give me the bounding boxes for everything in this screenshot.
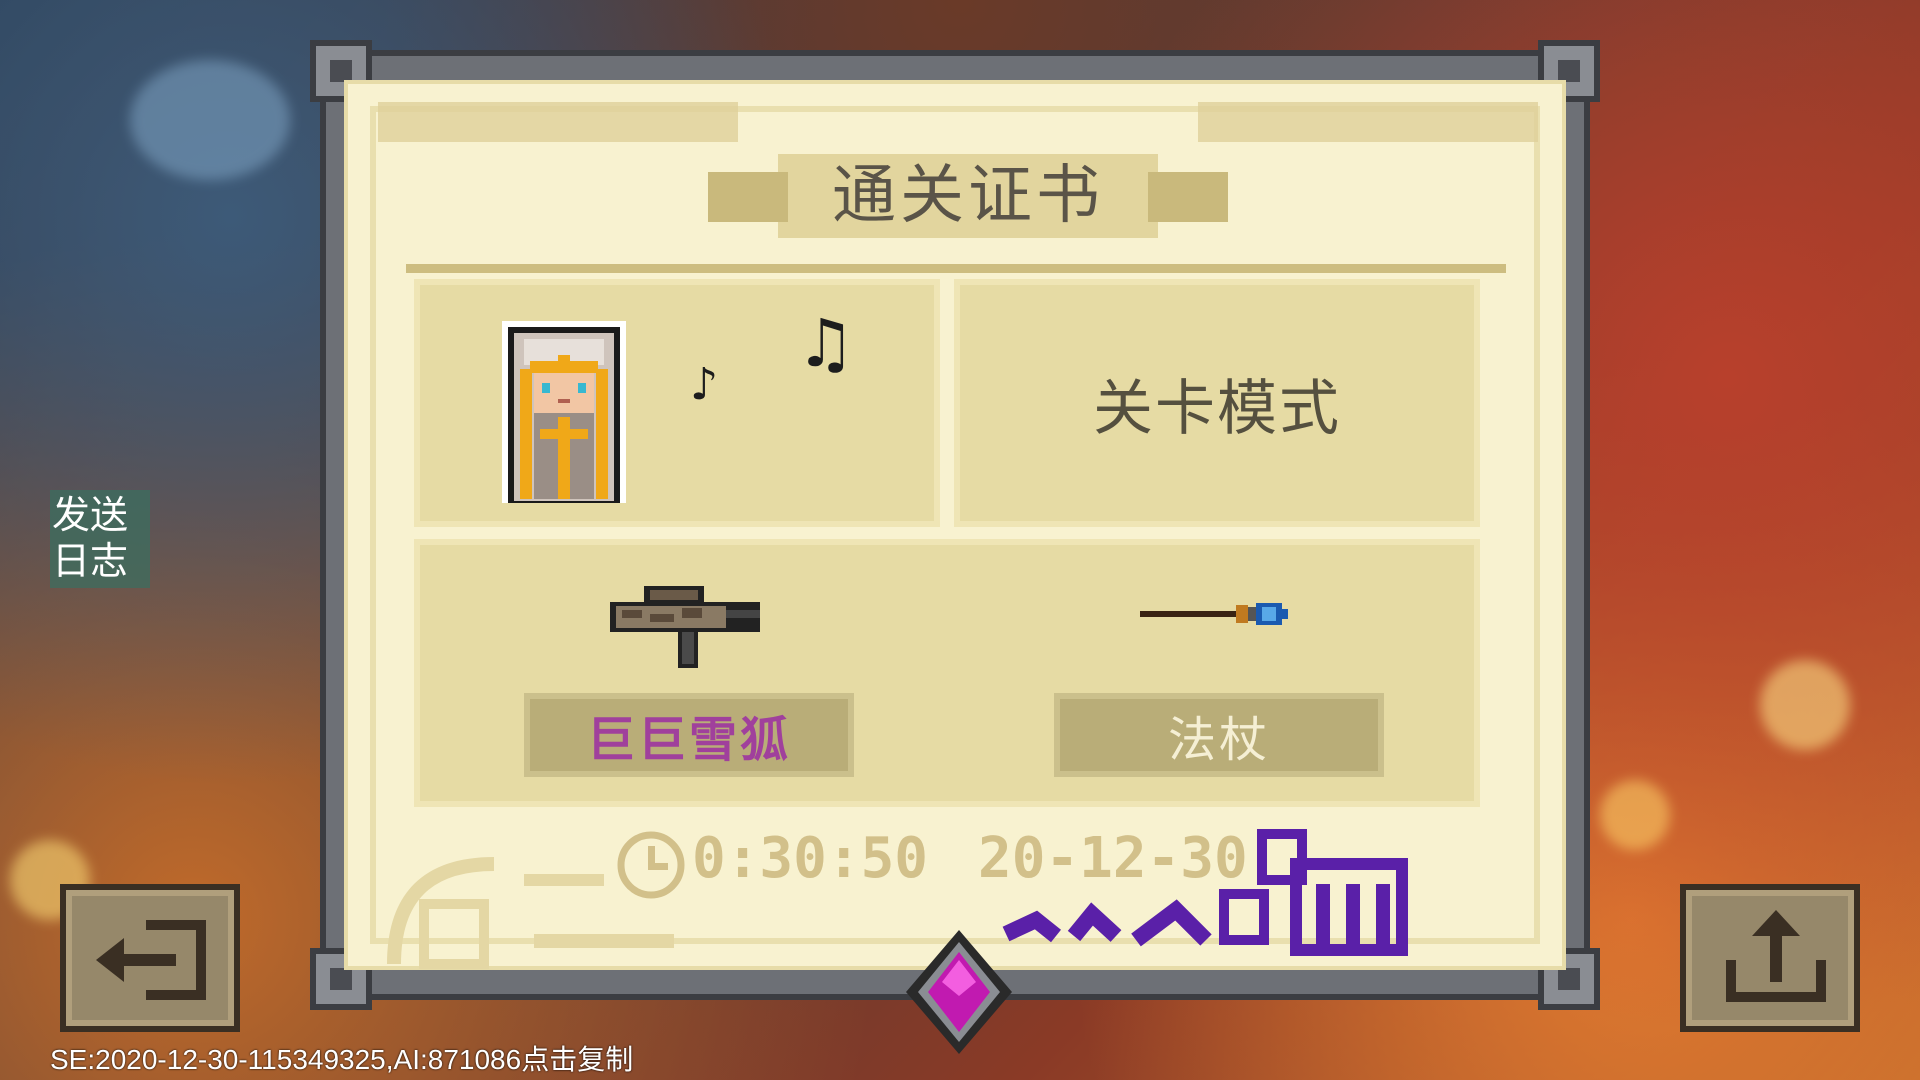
rifle-icon (610, 586, 760, 668)
staff-icon (1140, 603, 1288, 625)
session-copy-text[interactable]: SE:2020-12-30-115349325,AI:871086点击复制 (50, 1038, 633, 1078)
weapons-panel: 巨巨雪狐 法杖 (414, 539, 1480, 807)
certificate-title: 通关证书 (832, 159, 1104, 233)
gem-icon (906, 930, 1012, 1054)
share-icon (1726, 910, 1826, 1002)
signature-mark (1002, 829, 1408, 956)
title-divider (406, 264, 1506, 273)
music-note-icon: ♫ (796, 305, 856, 382)
background-light (130, 60, 290, 180)
decor-pattern (378, 102, 738, 142)
weapon-2-name: 法杖 (1054, 693, 1384, 777)
background-light (1600, 780, 1670, 850)
exit-icon (96, 920, 206, 1000)
priestess-character-icon (502, 321, 626, 503)
title-banner: 通关证书 (708, 154, 1228, 238)
send-log-label-line2: 日志 (52, 539, 129, 583)
clear-time: 0:30:50 (692, 826, 929, 891)
send-log-button[interactable]: 发送 日志 (50, 490, 150, 588)
certificate-frame: 通关证书 ♪ ♫ 关卡模式 巨巨雪狐 法杖 0:30:50 20-12-30 (310, 40, 1600, 1010)
background-light (1760, 660, 1850, 750)
certificate-paper: 通关证书 ♪ ♫ 关卡模式 巨巨雪狐 法杖 0:30:50 20-12-30 (344, 80, 1566, 970)
hero-panel: ♪ ♫ (414, 279, 940, 527)
lock-decor-icon (387, 857, 674, 969)
share-button[interactable] (1680, 884, 1860, 1032)
send-log-label-line1: 发送 (52, 493, 129, 537)
mode-panel: 关卡模式 (954, 279, 1480, 527)
decor-pattern (1198, 102, 1538, 142)
exit-button[interactable] (60, 884, 240, 1032)
game-mode-label: 关卡模式 (1093, 373, 1341, 444)
weapon-1-name: 巨巨雪狐 (524, 693, 854, 777)
music-note-icon: ♪ (690, 359, 719, 410)
